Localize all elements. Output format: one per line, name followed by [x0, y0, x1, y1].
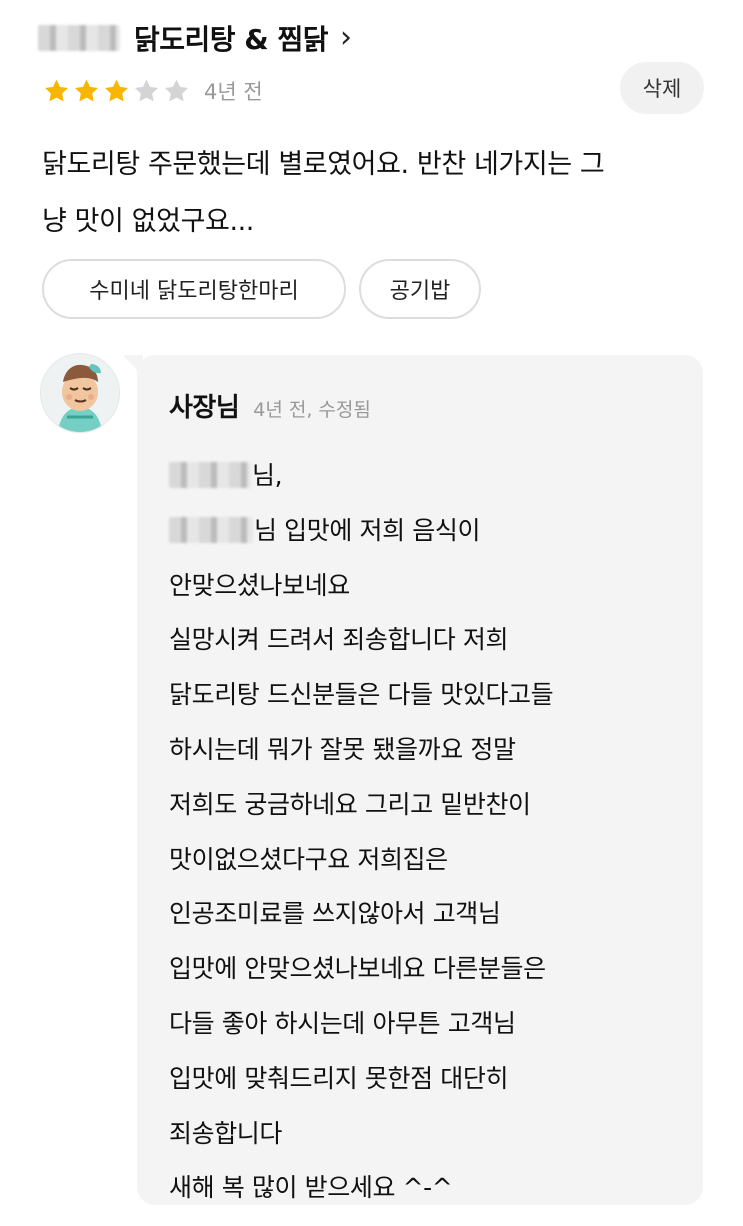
ordered-menu-tags: 수미네 닭도리탕한마리 공기밥 — [42, 259, 481, 319]
reply-author: 사장님 — [169, 393, 240, 423]
reply-line: 닭도리탕 드신분들은 다들 맛있다고들 — [169, 680, 554, 710]
reply-line: 인공조미료를 쓰지않아서 고객님 — [169, 899, 501, 929]
reply-line: 죄송합니다 — [169, 1118, 283, 1148]
reply-header: 사장님 4년 전, 수정됨 — [169, 387, 371, 424]
review-line: 닭도리탕 주문했는데 별로였어요. 반찬 네가지는 그 — [42, 149, 605, 180]
star-filled-icon — [45, 79, 68, 101]
reply-line: 하시는데 뭐가 잘못 됐을까요 정말 — [169, 734, 516, 764]
chevron-right-icon[interactable]: › — [340, 23, 352, 53]
reply-body: 님, 님 입맛에 저희 음식이 안맞으셨나보네요 실망시켜 드려서 죄송합니다 … — [169, 449, 554, 1216]
star-empty-icon — [165, 79, 188, 101]
star-filled-icon — [105, 79, 128, 101]
review-rating-row: 4년 전 — [42, 74, 263, 108]
reply-line: 맛이없으셨다구요 저희집은 — [169, 844, 448, 874]
reply-line: 다들 좋아 하시는데 아무튼 고객님 — [169, 1008, 516, 1038]
reply-greeting-line: 님, — [169, 449, 553, 504]
star-filled-icon — [75, 79, 98, 101]
reply-meta: 4년 전, 수정됨 — [253, 399, 371, 421]
blurred-customer-name — [169, 516, 253, 543]
review-line: 냥 맛이 없었구요... — [42, 206, 254, 237]
reply-line: 저희도 궁금하네요 그리고 밑반찬이 — [169, 789, 531, 819]
reply-greeting-suffix: 님, — [252, 461, 283, 490]
store-header[interactable]: 닭도리탕 & 찜닭 › — [38, 18, 352, 58]
blurred-customer-name — [169, 462, 251, 488]
reply-line: 실망시켜 드려서 죄송합니다 저희 — [169, 625, 509, 655]
reply-line: 새해 복 많이 받으세요 ^-^ — [169, 1173, 453, 1203]
owner-avatar — [40, 353, 120, 433]
reply-second-line-suffix: 님 입맛에 저희 음식이 — [254, 515, 481, 545]
store-name[interactable]: 닭도리탕 & 찜닭 — [134, 18, 328, 58]
reply-second-line: 님 입맛에 저희 음식이 — [169, 504, 553, 559]
reply-line: 입맛에 안맞으셨나보네요 다른분들은 — [169, 954, 546, 984]
owner-reply-bubble: 사장님 4년 전, 수정됨 님, 님 입맛에 저희 음식이 안맞으셨나보네요 실… — [137, 355, 703, 1205]
blurred-store-prefix — [38, 25, 120, 51]
review-time: 4년 전 — [204, 80, 263, 104]
star-empty-icon — [135, 79, 158, 101]
reply-line: 입맛에 맞춰드리지 못한점 대단히 — [169, 1063, 509, 1093]
menu-tag-chip[interactable]: 수미네 닭도리탕한마리 — [42, 259, 346, 319]
owner-avatar-illustration — [41, 354, 119, 432]
menu-tag-chip[interactable]: 공기밥 — [359, 259, 481, 319]
delete-button[interactable]: 삭제 — [620, 62, 704, 114]
reply-line: 안맞으셨나보네요 — [169, 570, 350, 600]
review-text: 닭도리탕 주문했는데 별로였어요. 반찬 네가지는 그 냥 맛이 없었구요... — [42, 136, 702, 250]
